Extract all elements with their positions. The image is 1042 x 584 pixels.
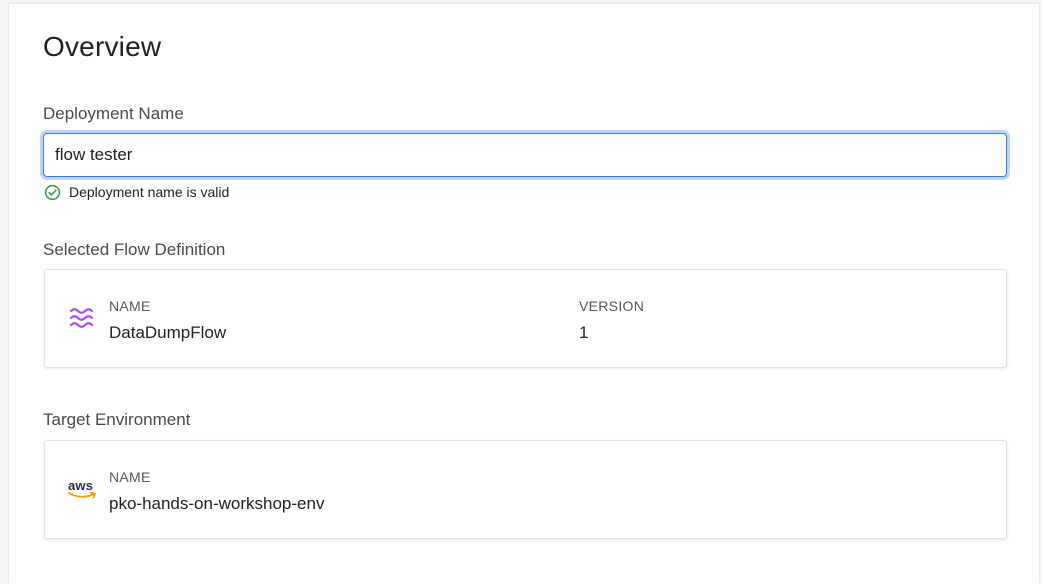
flow-definition-card: NAME DataDumpFlow VERSION 1 [44,269,1007,368]
wave-flow-icon [69,308,94,328]
target-environment-card: aws NAME pko-hands-on-workshop-env [44,440,1007,539]
page-title: Overview [43,31,162,62]
flow-name-caption: NAME [109,298,151,314]
flow-name-value: DataDumpFlow [109,323,227,342]
validation-message: Deployment name is valid [44,182,229,202]
deployment-name-label: Deployment Name [43,104,184,123]
environment-name-caption: NAME [109,469,151,485]
environment-name-value: pko-hands-on-workshop-env [109,494,325,513]
flow-version-value: 1 [579,323,589,342]
check-circle-icon [44,184,61,200]
target-environment-label: Target Environment [43,410,191,429]
flow-version-caption: VERSION [579,298,645,314]
deployment-name-input[interactable] [44,134,1006,176]
validation-text: Deployment name is valid [69,184,230,200]
flow-definition-label: Selected Flow Definition [43,240,226,259]
overview-panel: Overview Deployment Name Deployment name… [9,4,1039,584]
deployment-name-field[interactable] [43,133,1007,177]
aws-logo-icon: aws [68,478,100,500]
aws-smile-icon [68,491,96,499]
